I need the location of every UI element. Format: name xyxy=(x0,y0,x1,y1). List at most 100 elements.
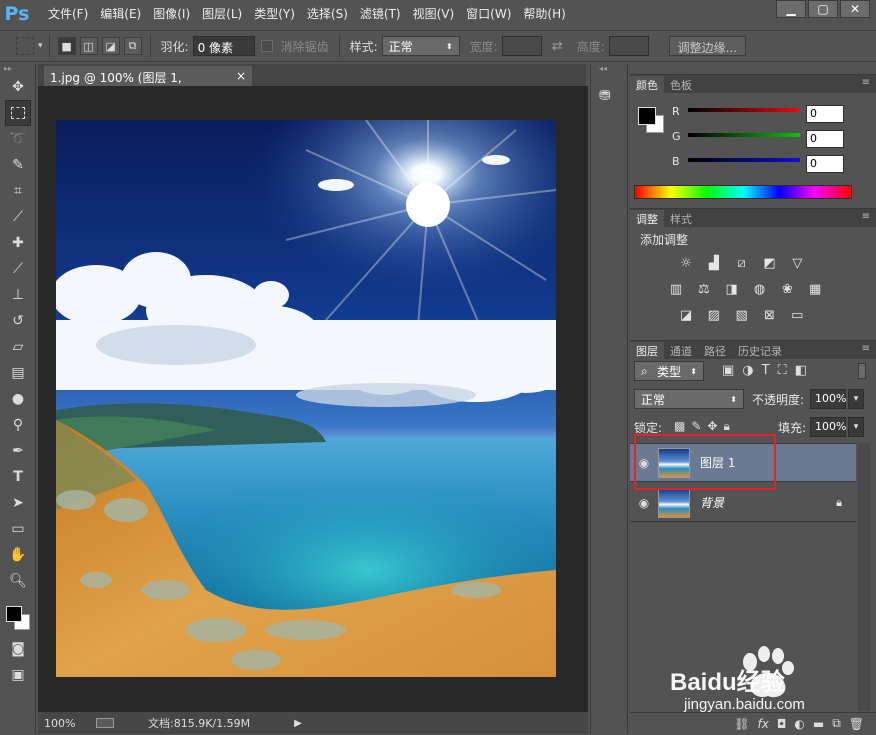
menu-select[interactable]: 选择(S) xyxy=(301,0,354,28)
opacity-dropdown-icon[interactable]: ▾ xyxy=(848,389,864,409)
menu-edit[interactable]: 编辑(E) xyxy=(94,0,147,28)
chevron-down-icon[interactable]: ▾ xyxy=(38,41,43,51)
tab-history[interactable]: 历史记录 xyxy=(732,342,788,359)
filter-toggle-switch[interactable] xyxy=(858,363,866,379)
document-image[interactable] xyxy=(56,120,556,677)
add-selection-icon[interactable]: ◫ xyxy=(79,37,98,55)
new-group-icon[interactable]: ▬ xyxy=(813,717,824,731)
marquee-preset-icon[interactable] xyxy=(16,37,34,55)
color-balance-icon[interactable]: ⚖ xyxy=(695,281,713,297)
shape-filter-icon[interactable]: ⛶ xyxy=(778,363,795,378)
canvas-area[interactable] xyxy=(38,86,588,712)
tab-color[interactable]: 颜色 xyxy=(630,76,664,93)
gradient-map-icon[interactable]: ▭ xyxy=(788,307,806,323)
subtract-selection-icon[interactable]: ◪ xyxy=(101,37,120,55)
lock-position-icon[interactable]: ✥ xyxy=(707,419,723,433)
collapse-arrows-icon[interactable]: ▸▸ xyxy=(0,64,35,74)
antialias-checkbox[interactable] xyxy=(260,40,273,52)
blend-mode-select[interactable]: 正常 ⬍ xyxy=(634,389,744,409)
foreground-color-swatch[interactable] xyxy=(638,107,656,125)
channel-b-slider[interactable] xyxy=(688,158,800,162)
channel-g-input[interactable]: 0 xyxy=(806,130,844,148)
menu-filter[interactable]: 滤镜(T) xyxy=(354,0,407,28)
close-button[interactable]: ✕ xyxy=(840,0,870,18)
delete-layer-icon[interactable]: 🗑︎ xyxy=(849,717,864,731)
intersect-selection-icon[interactable]: ⧉ xyxy=(123,37,142,55)
feather-input[interactable]: 0 像素 xyxy=(192,36,255,56)
fill-input[interactable]: 100% xyxy=(810,417,846,437)
eyedropper-tool-icon[interactable]: ⟋ xyxy=(5,204,31,230)
blur-tool-icon[interactable]: ● xyxy=(5,386,31,412)
type-tool-icon[interactable]: T xyxy=(5,464,31,490)
tab-swatches[interactable]: 色板 xyxy=(664,76,698,93)
hand-tool-icon[interactable]: ✋ xyxy=(5,542,31,568)
smart-filter-icon[interactable]: ◧ xyxy=(795,363,815,378)
menu-window[interactable]: 窗口(W) xyxy=(460,0,517,28)
panel-menu-icon[interactable]: ≡ xyxy=(862,211,870,222)
add-mask-icon[interactable]: ◘ xyxy=(777,717,787,731)
history-panel-icon[interactable]: ⛃ xyxy=(599,88,619,108)
panel-menu-icon[interactable]: ≡ xyxy=(862,343,870,354)
threshold-icon[interactable]: ▧ xyxy=(733,307,751,323)
adjustment-filter-icon[interactable]: ◑ xyxy=(742,363,761,378)
opacity-input[interactable]: 100% xyxy=(810,389,846,409)
fill-dropdown-icon[interactable]: ▾ xyxy=(848,417,864,437)
lock-pixels-icon[interactable]: ✎ xyxy=(691,419,707,433)
menu-file[interactable]: 文件(F) xyxy=(42,0,94,28)
swap-icon[interactable]: ⇄ xyxy=(552,39,563,54)
posterize-icon[interactable]: ▨ xyxy=(705,307,723,323)
new-selection-icon[interactable]: ■ xyxy=(57,37,76,55)
height-input[interactable] xyxy=(608,36,649,56)
style-select[interactable]: 正常 ⬍ xyxy=(381,36,460,56)
tab-styles[interactable]: 样式 xyxy=(664,210,698,227)
zoom-tool-icon[interactable]: 🔍︎ xyxy=(5,568,31,594)
path-select-tool-icon[interactable]: ➤ xyxy=(5,490,31,516)
pixel-filter-icon[interactable]: ▣ xyxy=(722,363,742,378)
layers-scrollbar[interactable] xyxy=(858,443,870,711)
gradient-tool-icon[interactable]: ▤ xyxy=(5,360,31,386)
refine-edge-button[interactable]: 调整边缘... xyxy=(668,36,747,56)
link-layers-icon[interactable]: ⛓ xyxy=(734,717,749,731)
curves-icon[interactable]: ⧄ xyxy=(733,255,751,271)
channel-g-slider[interactable] xyxy=(688,133,800,137)
new-adjustment-icon[interactable]: ◐ xyxy=(794,717,804,731)
dodge-tool-icon[interactable]: ⚲ xyxy=(5,412,31,438)
quick-mask-icon[interactable]: ◙ xyxy=(5,636,31,662)
document-tab[interactable]: 1.jpg @ 100% (图层 1, RGB/8#) * × xyxy=(44,66,252,100)
color-spectrum-bar[interactable] xyxy=(634,185,852,199)
status-menu-arrow-icon[interactable]: ▶ xyxy=(294,718,302,729)
pen-tool-icon[interactable]: ✒ xyxy=(5,438,31,464)
channel-b-input[interactable]: 0 xyxy=(806,155,844,173)
hue-saturation-icon[interactable]: ▥ xyxy=(667,281,685,297)
clone-stamp-tool-icon[interactable]: ⊥ xyxy=(5,282,31,308)
lock-all-icon[interactable]: 🔒︎ xyxy=(723,419,735,433)
zoom-level[interactable]: 100% xyxy=(44,717,88,730)
tab-layers[interactable]: 图层 xyxy=(630,342,664,359)
lasso-tool-icon[interactable]: ➰ xyxy=(5,126,31,152)
layer-style-icon[interactable]: fx xyxy=(758,717,769,731)
color-lookup-icon[interactable]: ▦ xyxy=(806,281,824,297)
visibility-eye-icon[interactable]: ◉ xyxy=(630,496,658,510)
selective-color-icon[interactable]: ⊠ xyxy=(760,307,778,323)
menu-layer[interactable]: 图层(L) xyxy=(196,0,248,28)
levels-icon[interactable]: ▟ xyxy=(705,255,723,271)
eraser-tool-icon[interactable]: ▱ xyxy=(5,334,31,360)
minimize-button[interactable]: ▁ xyxy=(776,0,806,18)
photo-filter-icon[interactable]: ◍ xyxy=(750,281,768,297)
marquee-tool-icon[interactable] xyxy=(5,100,31,126)
move-tool-icon[interactable]: ✥ xyxy=(5,74,31,100)
crop-tool-icon[interactable]: ⌗ xyxy=(5,178,31,204)
close-tab-icon[interactable]: × xyxy=(236,69,246,83)
color-swatches[interactable] xyxy=(0,596,35,636)
menu-help[interactable]: 帮助(H) xyxy=(517,0,571,28)
brightness-contrast-icon[interactable]: ☼ xyxy=(677,255,695,271)
vibrance-icon[interactable]: ▽ xyxy=(788,255,806,271)
channel-r-slider[interactable] xyxy=(688,108,800,112)
menu-image[interactable]: 图像(I) xyxy=(147,0,196,28)
new-layer-icon[interactable]: ⧉ xyxy=(832,716,841,731)
width-input[interactable] xyxy=(501,36,542,56)
type-filter-icon[interactable]: T xyxy=(762,363,778,378)
tab-channels[interactable]: 通道 xyxy=(664,342,698,359)
panel-menu-icon[interactable]: ≡ xyxy=(862,77,870,88)
black-white-icon[interactable]: ◨ xyxy=(723,281,741,297)
